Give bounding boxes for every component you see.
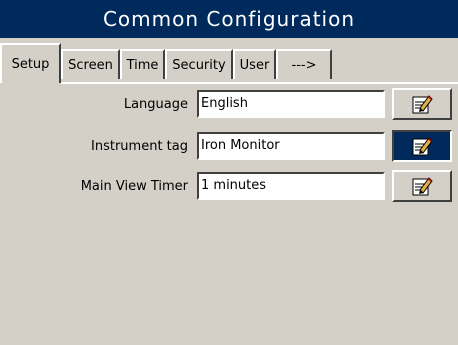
setup-panel: Language English Instrument tag Iron Mon… (0, 44, 458, 345)
main-view-timer-label: Main View Timer (80, 178, 188, 194)
instrument-tag-edit-button[interactable] (392, 130, 452, 162)
tab-setup[interactable]: Setup (0, 43, 61, 83)
tab-label: Setup (11, 56, 50, 72)
setting-row-language: Language English (0, 88, 458, 120)
language-field[interactable]: English (197, 90, 385, 118)
window-title-bar: Common Configuration (0, 0, 458, 38)
language-edit-button[interactable] (392, 88, 452, 120)
instrument-tag-field[interactable]: Iron Monitor (197, 132, 385, 160)
window-title: Common Configuration (102, 7, 356, 31)
language-label: Language (123, 96, 188, 112)
main-view-timer-edit-button[interactable] (392, 170, 452, 202)
instrument-tag-label: Instrument tag (91, 138, 188, 154)
setting-row-instrument-tag: Instrument tag Iron Monitor (0, 130, 458, 162)
edit-note-icon (411, 135, 433, 157)
edit-note-icon (411, 175, 433, 197)
edit-note-icon (411, 93, 433, 115)
setting-row-main-view-timer: Main View Timer 1 minutes (0, 170, 458, 202)
main-view-timer-field[interactable]: 1 minutes (197, 172, 385, 200)
